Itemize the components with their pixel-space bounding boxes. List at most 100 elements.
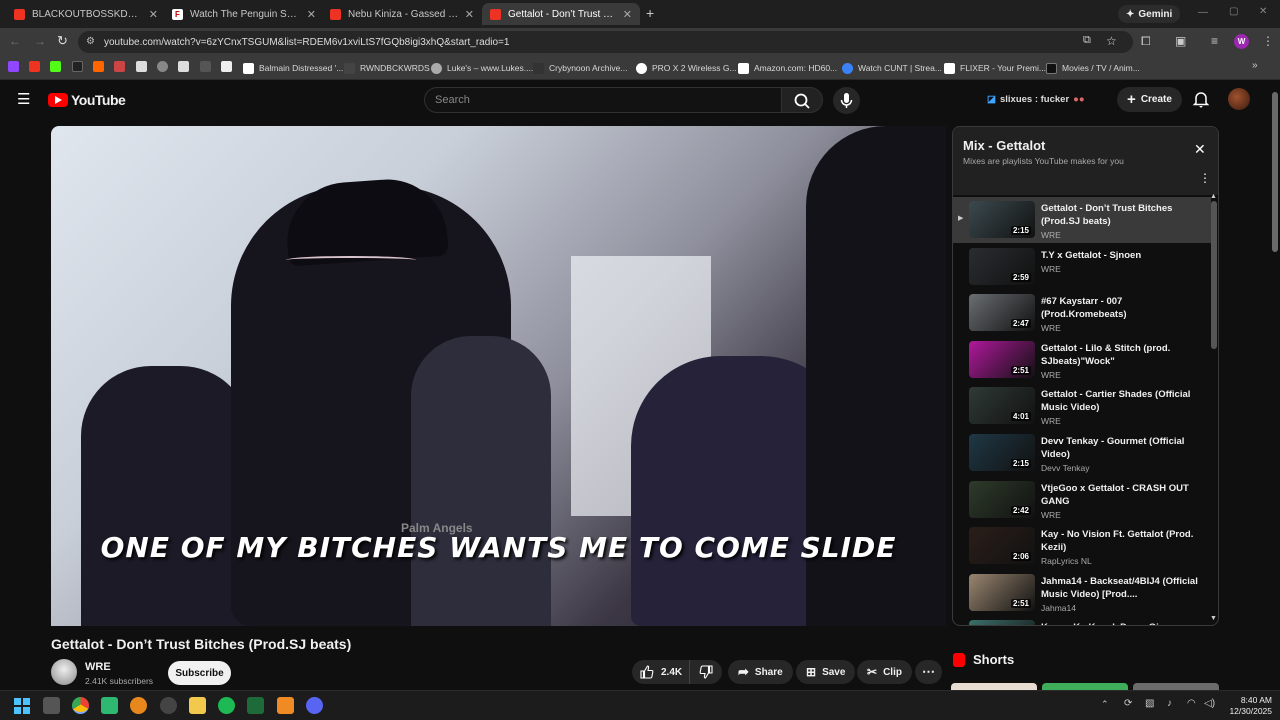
playlist-item-title[interactable]: Gettalot - Lilo & Stitch (prod. SJbeats)…	[1041, 342, 1201, 368]
new-tab-button[interactable]: +	[646, 5, 654, 21]
close-icon[interactable]: ✕	[465, 8, 474, 21]
reload-button[interactable]: ↻	[57, 33, 68, 49]
bookmark-item[interactable]: Balmain Distressed '...	[243, 60, 343, 76]
spotify-icon[interactable]	[218, 697, 235, 714]
bookmark-item[interactable]: RWNDBCKWRDS	[344, 60, 430, 76]
wifi-icon[interactable]: ◠	[1187, 698, 1196, 709]
bookmark-item[interactable]: Movies / TV / Anim...	[1046, 60, 1140, 76]
tab-3[interactable]: Nebu Kiniza - Gassed Up [Prod. ✕	[322, 3, 482, 25]
openai-icon[interactable]	[160, 697, 177, 714]
playlist-item[interactable]: 2:42 VtjeGoo x Gettalot - CRASH OUT GANG W…	[953, 477, 1211, 523]
playlist-item[interactable]: 2:47 #67 Kaystarr - 007 (Prod.Kromebeats)…	[953, 290, 1211, 336]
tray-app-icon[interactable]: ⟳	[1124, 698, 1132, 709]
extensions-icon[interactable]: ⧠	[1141, 34, 1151, 49]
share-button[interactable]: ➦ Share	[728, 660, 793, 684]
tray-chevron-icon[interactable]: ⌃	[1101, 699, 1109, 710]
notifications-button[interactable]	[1192, 90, 1210, 113]
microphone-icon[interactable]: ♪	[1167, 698, 1172, 709]
playlist-thumbnail[interactable]: 2:15	[969, 201, 1035, 238]
short-thumbnail[interactable]	[951, 683, 1037, 690]
short-thumbnail[interactable]	[1042, 683, 1128, 690]
playlist-item[interactable]: 2:59 T.Y x Gettalot - Sjnoen WRE	[953, 244, 1211, 290]
playlist-item-title[interactable]: Kay - No Vision Ft. Gettalot (Prod. Kezi…	[1041, 528, 1201, 554]
forward-button[interactable]: →	[34, 34, 46, 48]
playlist-item[interactable]: 2:51 Gettalot - Lilo & Stitch (prod. SJbe…	[953, 337, 1211, 383]
playlist-item-title[interactable]: Devv Tenkay - Gourmet (Official Video)	[1041, 435, 1201, 461]
more-bookmarks-icon[interactable]: »	[1252, 60, 1258, 71]
close-window-button[interactable]: ✕	[1259, 6, 1267, 17]
playlist-thumbnail[interactable]: 2:51	[969, 573, 1035, 611]
close-icon[interactable]: ✕	[623, 8, 632, 21]
playlist-thumbnail[interactable]: 2:06	[969, 527, 1035, 565]
playlist-item[interactable]: ▶ 2:15 Gettalot - Don’t Trust Bitches (Pro…	[953, 197, 1211, 243]
back-button[interactable]: ←	[9, 34, 21, 48]
discord-icon[interactable]	[306, 697, 323, 714]
dislike-button[interactable]	[690, 660, 722, 684]
sidepanel-icon[interactable]: ▣	[1175, 34, 1186, 48]
tray-app-icon[interactable]: ▧	[1145, 698, 1154, 709]
profile-avatar[interactable]: W	[1234, 34, 1249, 49]
playlist-thumbnail[interactable]: 2:42	[969, 480, 1035, 518]
x-icon[interactable]	[72, 61, 83, 72]
voice-search-button[interactable]	[833, 87, 860, 114]
bookmark-icon[interactable]	[200, 61, 211, 72]
search-button[interactable]	[781, 87, 823, 113]
tab-4-active[interactable]: Gettalot - Don’t Trust Bitches (P ✕	[482, 3, 640, 25]
tab-2[interactable]: F Watch The Penguin S1E1 - Afte ✕	[164, 3, 324, 25]
playlist-item[interactable]: 2:51 Jahma14 - Backseat/4BIJ4 (Official M…	[953, 570, 1211, 616]
playlist-item-title[interactable]: Gettalot - Cartier Shades (Official Musi…	[1041, 388, 1201, 414]
menu-icon[interactable]: ⋮	[1262, 34, 1274, 48]
channel-avatar[interactable]	[51, 659, 77, 685]
page-scrollbar[interactable]	[1272, 92, 1278, 252]
like-button[interactable]: 2.4K	[632, 660, 690, 684]
tab-1[interactable]: BLACKOUTBOSSKDOG - LAST D ✕	[6, 3, 166, 25]
site-info-icon[interactable]: ⚙	[86, 36, 95, 47]
short-thumbnail[interactable]	[1133, 683, 1219, 690]
minimize-button[interactable]: —	[1198, 7, 1208, 18]
app-icon[interactable]	[114, 61, 125, 72]
create-button[interactable]: + Create	[1117, 87, 1182, 112]
clip-button[interactable]: ✂ Clip	[857, 660, 912, 684]
maximize-button[interactable]: ▢	[1229, 6, 1238, 17]
close-icon[interactable]: ✕	[149, 8, 158, 21]
channel-name[interactable]: WRE	[85, 661, 111, 673]
file-explorer-icon[interactable]	[189, 697, 206, 714]
scroll-down-icon[interactable]: ▼	[1210, 615, 1217, 622]
save-button[interactable]: ⊞ Save	[796, 660, 856, 684]
hamburger-menu-icon[interactable]: ☰	[17, 92, 30, 107]
more-actions-button[interactable]: ⋯	[915, 660, 942, 684]
playlist-thumbnail[interactable]: 2:15	[969, 434, 1035, 471]
doc-icon[interactable]	[221, 61, 232, 72]
windows-start-icon[interactable]	[14, 698, 30, 714]
bookmark-item[interactable]: Luke's – www.Lukes....	[431, 60, 533, 76]
playlist-item-title[interactable]: Jahma14 - Backseat/4BIJ4 (Official Music…	[1041, 575, 1201, 601]
playlist-menu-button[interactable]: ⋮	[1199, 171, 1211, 185]
bookmark-item[interactable]: FLIXER - Your Premi...	[944, 60, 1046, 76]
playlist-item-title[interactable]: Gettalot - Don’t Trust Bitches (Prod.SJ …	[1041, 202, 1201, 228]
playlist-item[interactable]: Karma K - Knock Down Ginger	[953, 616, 1211, 625]
close-icon[interactable]: ✕	[307, 8, 316, 21]
gemini-button[interactable]: ✦ Gemini	[1118, 5, 1181, 23]
youtube-logo[interactable]: YouTube	[48, 92, 126, 108]
playlist-item-title[interactable]: VtjeGoo x Gettalot - CRASH OUT GANG	[1041, 482, 1201, 508]
clock[interactable]: 8:40 AM 12/30/2025	[1222, 695, 1272, 717]
globe-icon[interactable]	[157, 61, 168, 72]
playlist-thumbnail[interactable]: 4:01	[969, 387, 1035, 425]
install-icon[interactable]: ⧉	[1083, 34, 1091, 47]
twitch-icon[interactable]	[8, 61, 19, 72]
playlist-item-title[interactable]: T.Y x Gettalot - Sjnoen	[1041, 249, 1201, 262]
kick-icon[interactable]	[50, 61, 61, 72]
excel-icon[interactable]	[247, 697, 264, 714]
search-input[interactable]: Search	[424, 87, 782, 113]
playlist-scrollbar[interactable]	[1211, 201, 1217, 349]
account-avatar[interactable]	[1228, 88, 1250, 110]
app-icon[interactable]	[277, 697, 294, 714]
playlist-thumbnail[interactable]: 2:59	[969, 247, 1035, 285]
brave-icon[interactable]	[130, 697, 147, 714]
playlist-item[interactable]: 4:01 Gettalot - Cartier Shades (Official …	[953, 383, 1211, 429]
video-player[interactable]: Palm Angels ONE OF MY BITCHES WANTS ME T…	[51, 126, 946, 626]
doc-icon[interactable]	[136, 61, 147, 72]
playlist-item[interactable]: 2:15 Devv Tenkay - Gourmet (Official Vide…	[953, 430, 1211, 476]
close-playlist-button[interactable]: ✕	[1194, 141, 1206, 158]
bookmark-item[interactable]: PRO X 2 Wireless G...	[636, 60, 737, 76]
